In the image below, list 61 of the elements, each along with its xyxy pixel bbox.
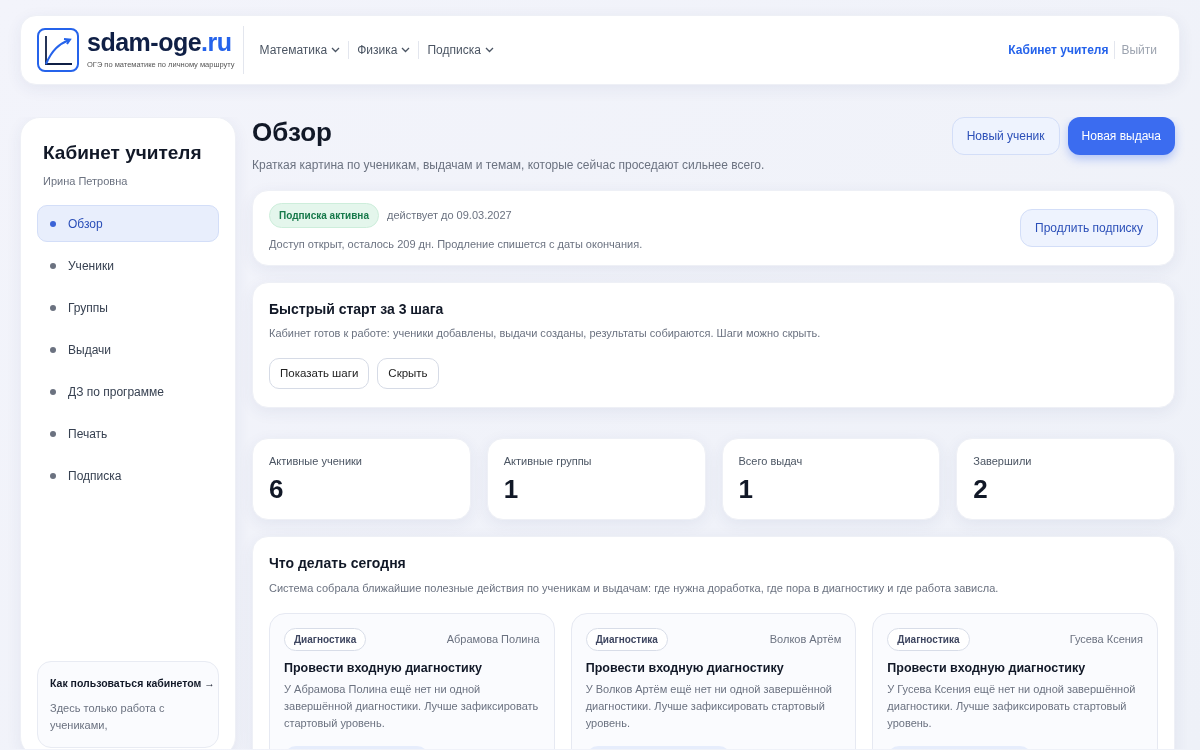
nav-menu-item[interactable]: Математика [251, 41, 349, 59]
stat-label: Активные группы [503, 454, 593, 470]
nav-menu-item[interactable]: Подписка [418, 41, 502, 59]
bullet-icon [50, 262, 56, 269]
user-name: Ирина Петровна [43, 173, 129, 189]
task-tag: Диагностика [585, 627, 668, 651]
nav-menu-item[interactable]: Физика [348, 41, 419, 59]
student-name: Волков Артём [769, 631, 842, 647]
stat-value: 6 [269, 473, 285, 505]
page-title: Обзор [252, 117, 333, 149]
stat-label: Активные ученики [269, 454, 363, 470]
task-tag: Диагностика [284, 627, 367, 651]
task-text: У Абрамова Полина ещё нет ни одной завершённой диагностики. Лучше зафиксировать стартовый уровень. [284, 682, 540, 732]
access-note: Доступ открыт, осталось 209 дн. Продление спишется с даты окончания. [269, 237, 643, 253]
chevron-down-icon [401, 47, 411, 53]
logo-text: sdam-oge.ru [87, 29, 233, 55]
new-assignment-button[interactable]: Новая выдача [1067, 117, 1175, 155]
help-text: Здесь только работа с учениками, [50, 701, 166, 733]
sidebar-title: Кабинет учителя [43, 142, 203, 165]
stat-label: Завершили [973, 454, 1033, 470]
bullet-icon [50, 472, 56, 479]
chevron-down-icon [331, 47, 341, 53]
stat-label: Всего выдач [738, 454, 804, 470]
hide-button[interactable]: Скрыть [377, 358, 439, 390]
task-tag: Диагностика [887, 627, 970, 651]
task-title: Провести входную диагностику [585, 659, 785, 677]
section-title: Быстрый старт за 3 шага [269, 300, 445, 318]
student-name: Гусева Ксения [1069, 631, 1143, 647]
bullet-icon [50, 388, 56, 395]
bullet-icon [50, 430, 56, 437]
expiry-text: действует до 09.03.2027 [386, 208, 512, 224]
renew-button[interactable]: Продлить подписку [1020, 208, 1158, 247]
bullet-icon [50, 346, 56, 353]
help-link[interactable]: Как пользоваться кабинетом → [50, 677, 215, 689]
sidebar-item[interactable]: Подписка [37, 457, 219, 495]
chart-logo-icon [37, 28, 79, 72]
task-title: Провести входную диагностику [887, 659, 1087, 677]
status-badge: Подписка активна [269, 203, 379, 229]
section-title: Что делать сегодня [269, 555, 407, 573]
sidebar-item[interactable]: Печать [37, 415, 219, 453]
student-name: Абрамова Полина [446, 631, 540, 647]
task-text: У Гусева Ксения ещё нет ни одной завершённой диагностики. Лучше зафиксировать стартовый уровень. [887, 682, 1137, 732]
page-subtitle: Краткая картина по ученикам, выдачам и темам, которые сейчас проседают сильнее всего. [252, 157, 765, 175]
chevron-down-icon [484, 47, 494, 53]
task-text: У Волков Артём ещё нет ни одной завершённой диагностики. Лучше зафиксировать стартовый уровень. [585, 682, 833, 732]
sidebar-item[interactable]: Выдачи [37, 331, 219, 369]
stat-value: 1 [738, 473, 754, 505]
section-text: Система собрала ближайшие полезные действия по ученикам и выдачам: где нужна доработка, где пора в диагностику и где работа зависла. [269, 581, 1000, 597]
section-text: Кабинет готов к работе: ученики добавлены, выдачи созданы, результаты собираются. Шаги можно скрыть. [269, 326, 822, 342]
show-steps-button[interactable]: Показать шаги [269, 358, 370, 390]
account-link[interactable]: Кабинет учителя [1002, 41, 1115, 59]
sidebar-item[interactable]: Обзор [37, 205, 219, 243]
sidebar-item[interactable]: Группы [37, 289, 219, 327]
bullet-icon [50, 304, 56, 311]
sidebar-item[interactable]: ДЗ по программе [37, 373, 219, 411]
task-title: Провести входную диагностику [284, 659, 483, 677]
bullet-icon [50, 220, 56, 227]
stat-value: 2 [973, 473, 989, 505]
new-student-button[interactable]: Новый ученик [951, 117, 1060, 155]
stat-value: 1 [503, 473, 520, 505]
sidebar-item[interactable]: Ученики [37, 247, 219, 285]
